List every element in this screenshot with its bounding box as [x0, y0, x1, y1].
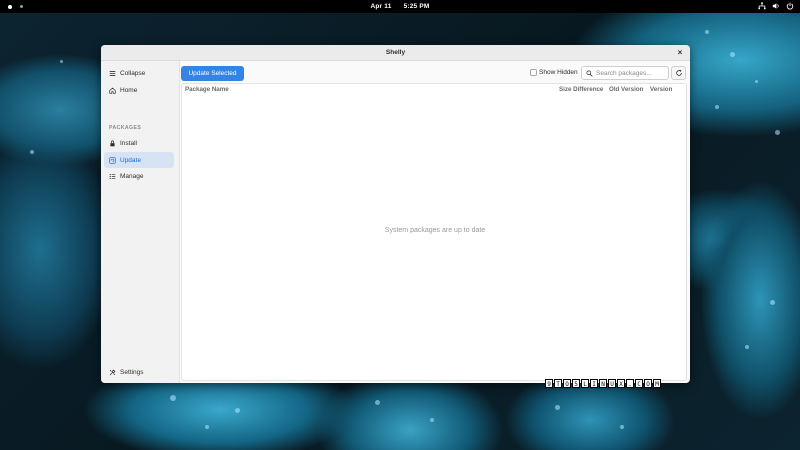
search-icon	[586, 69, 593, 77]
watermark-char: .	[626, 379, 634, 388]
empty-state-message: System packages are up to date	[384, 227, 486, 234]
water-drop	[375, 400, 380, 405]
top-bar: Apr 11 5:25 PM	[0, 0, 800, 13]
volume-icon[interactable]	[772, 2, 780, 10]
system-tray[interactable]	[758, 2, 794, 10]
water-drop	[755, 80, 758, 83]
watermark-char: O	[563, 379, 571, 388]
home-icon	[109, 87, 116, 94]
section-label-packages: PACKAGES	[109, 125, 142, 131]
search-input[interactable]	[596, 69, 668, 77]
water-drop	[705, 30, 709, 34]
column-header-package-name[interactable]: Package Name	[185, 86, 229, 93]
watermark-char: 5	[572, 379, 580, 388]
settings-icon	[109, 369, 116, 375]
show-hidden-toggle[interactable]: Show Hidden	[530, 69, 578, 76]
show-hidden-label: Show Hidden	[539, 69, 578, 76]
update-selected-button[interactable]: Update Selected	[181, 66, 244, 81]
watermark-char: M	[653, 379, 661, 388]
shelly-window: Shelly × Collapse Home PACKAGES Install	[101, 45, 690, 383]
clock[interactable]: Apr 11 5:25 PM	[0, 3, 800, 10]
watermark-char: I	[590, 379, 598, 388]
sidebar: Collapse Home PACKAGES Install Update Ma…	[101, 61, 180, 383]
column-header-size-difference[interactable]: Size Difference	[559, 86, 603, 93]
sidebar-item-label: Manage	[120, 172, 144, 180]
show-hidden-checkbox[interactable]	[530, 69, 537, 76]
lock-icon	[110, 140, 115, 146]
sidebar-item-label: Home	[120, 86, 138, 94]
clock-time: 5:25 PM	[403, 2, 430, 10]
water-drop	[170, 395, 176, 401]
water-drop	[715, 105, 719, 109]
water-drop	[60, 60, 63, 63]
water-drop	[620, 425, 624, 429]
water-drop	[205, 425, 209, 429]
watermark-char: X	[617, 379, 625, 388]
watermark-char: N	[599, 379, 607, 388]
sidebar-item-label: Install	[120, 139, 137, 147]
packages-table: Package Name Size Difference Old Version…	[181, 83, 687, 381]
hamburger-icon	[109, 70, 116, 76]
sidebar-item-label: Collapse	[120, 69, 146, 77]
refresh-icon	[675, 69, 682, 76]
water-drop	[775, 130, 780, 135]
water-drop	[770, 300, 775, 305]
sidebar-item-label: Settings	[120, 368, 144, 376]
sidebar-item-manage[interactable]: Manage	[104, 168, 174, 184]
list-icon	[109, 173, 116, 179]
watermark-char: 9	[545, 379, 553, 388]
search-box[interactable]	[581, 66, 669, 80]
sidebar-item-label: Update	[120, 156, 141, 164]
water-drop	[430, 418, 434, 422]
close-button[interactable]: ×	[675, 48, 685, 58]
watermark-char: O	[644, 379, 652, 388]
column-header-version[interactable]: Version	[650, 86, 672, 93]
water-drop	[555, 405, 560, 410]
update-icon	[109, 156, 116, 164]
water-drop	[745, 345, 749, 349]
window-titlebar[interactable]: Shelly ×	[101, 45, 690, 61]
watermark-char: T	[554, 379, 562, 388]
water-drop	[235, 408, 240, 413]
watermark-char: U	[608, 379, 616, 388]
water-drop	[730, 52, 735, 57]
sidebar-item-home[interactable]: Home	[104, 82, 174, 98]
sidebar-item-install[interactable]: Install	[104, 135, 174, 151]
watermark-char: C	[635, 379, 643, 388]
watermark-char: L	[581, 379, 589, 388]
column-header-old-version[interactable]: Old Version	[609, 86, 643, 93]
sidebar-item-update[interactable]: Update	[104, 152, 174, 168]
window-title: Shelly	[385, 49, 406, 56]
sidebar-item-collapse[interactable]: Collapse	[104, 65, 174, 81]
network-icon[interactable]	[758, 2, 766, 10]
watermark: 9 T O 5 L I N U X . C O M	[545, 379, 661, 388]
main-content: Update Selected Show Hidden Package Name…	[180, 61, 690, 383]
sidebar-item-settings[interactable]: Settings	[104, 364, 174, 380]
water-drop	[30, 150, 34, 154]
refresh-button[interactable]	[671, 66, 686, 80]
power-icon[interactable]	[786, 2, 794, 10]
clock-date: Apr 11	[370, 2, 392, 10]
